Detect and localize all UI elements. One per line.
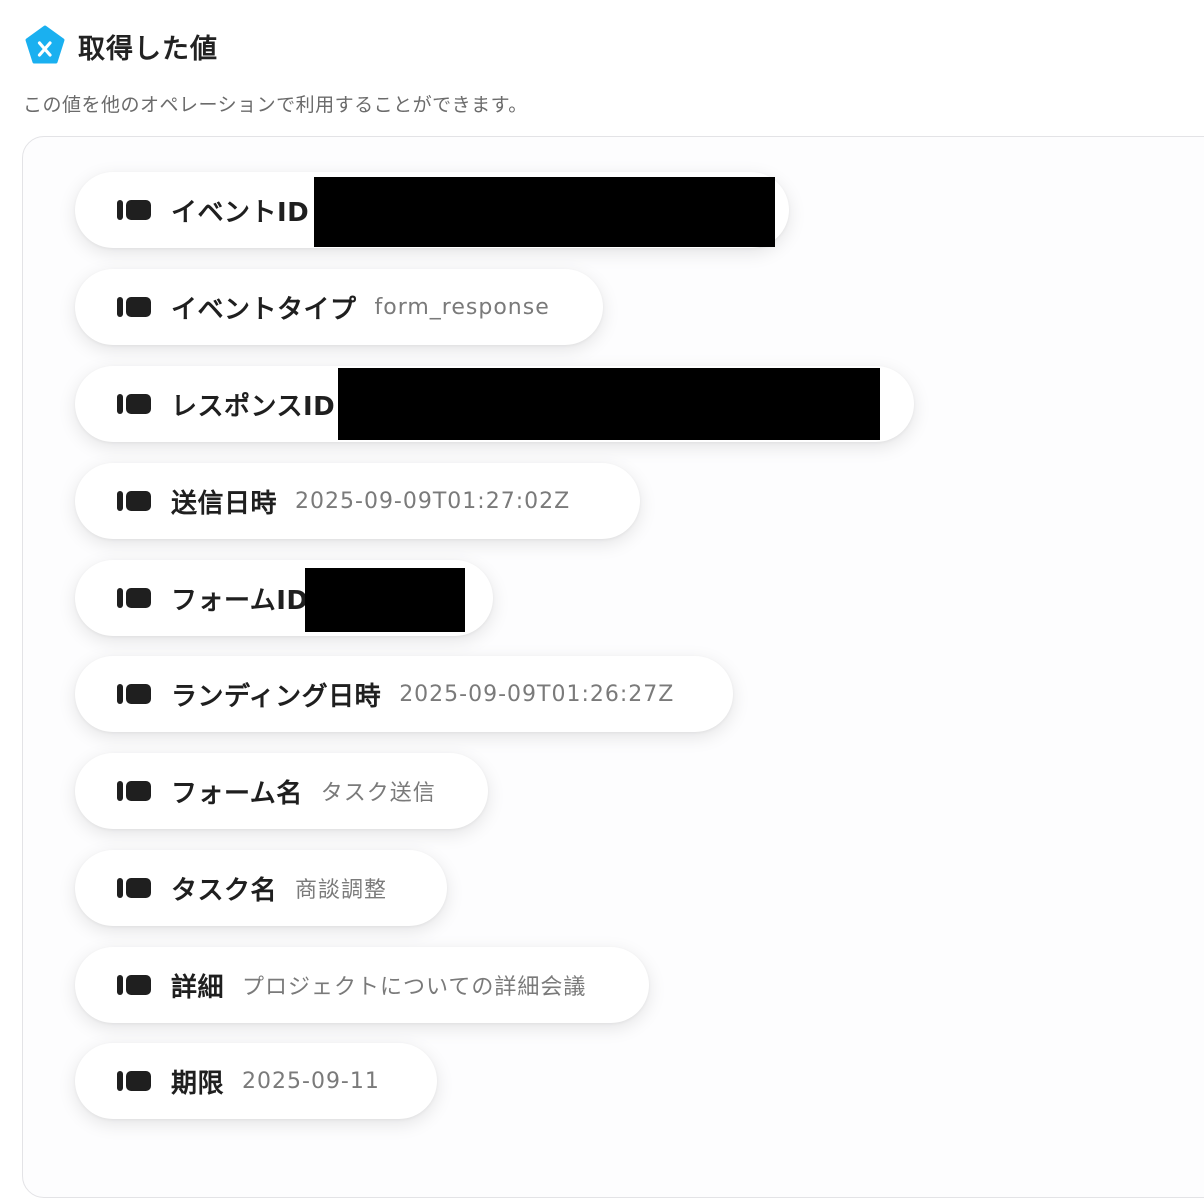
item-value: 2025-09-09T01:27:02Z — [295, 488, 571, 514]
page-title: 取得した値 — [78, 33, 218, 65]
redaction-box — [305, 568, 465, 632]
variable-tag-icon — [117, 297, 151, 317]
header: 取得した値 — [24, 25, 218, 66]
redaction-box — [314, 177, 775, 247]
item-label: フォーム名 — [171, 778, 303, 809]
variable-tag-icon — [117, 684, 151, 704]
item-label: タスク名 — [171, 875, 278, 906]
value-item-due-date[interactable]: 期限 2025-09-11 — [75, 1043, 437, 1119]
page-description: この値を他のオペレーションで利用することができます。 — [23, 94, 528, 116]
value-item-form-name[interactable]: フォーム名 タスク送信 — [75, 753, 488, 829]
item-value: form_response — [374, 294, 550, 320]
item-value: タスク送信 — [320, 781, 436, 806]
variable-tag-icon — [117, 491, 151, 511]
item-label: 送信日時 — [171, 488, 278, 519]
yoom-logo-icon — [25, 25, 65, 64]
variable-tag-icon — [117, 781, 151, 801]
variable-tag-icon — [117, 1071, 151, 1091]
item-value: 2025-09-11 — [242, 1068, 380, 1094]
item-label: イベントID — [171, 197, 310, 228]
variable-tag-icon — [117, 588, 151, 608]
value-item-event-type[interactable]: イベントタイプ form_response — [75, 269, 603, 345]
value-item-submitted-at[interactable]: 送信日時 2025-09-09T01:27:02Z — [75, 463, 640, 539]
item-label: フォームID — [171, 585, 309, 616]
value-item-landed-at[interactable]: ランディング日時 2025-09-09T01:26:27Z — [75, 656, 733, 732]
item-label: 詳細 — [171, 972, 225, 1003]
variable-tag-icon — [117, 878, 151, 898]
value-item-task-name[interactable]: タスク名 商談調整 — [75, 850, 447, 926]
variable-tag-icon — [117, 394, 151, 414]
item-label: ランディング日時 — [171, 681, 382, 712]
item-label: 期限 — [171, 1068, 225, 1099]
item-value: 商談調整 — [295, 878, 388, 903]
item-value: 2025-09-09T01:26:27Z — [399, 681, 675, 707]
variable-tag-icon — [117, 200, 151, 220]
item-value: プロジェクトについての詳細会議 — [242, 975, 587, 1000]
variable-tag-icon — [117, 975, 151, 995]
redaction-box — [338, 368, 880, 440]
item-label: イベントタイプ — [171, 294, 357, 325]
item-label: レスポンスID — [171, 391, 336, 422]
value-item-details[interactable]: 詳細 プロジェクトについての詳細会議 — [75, 947, 649, 1023]
